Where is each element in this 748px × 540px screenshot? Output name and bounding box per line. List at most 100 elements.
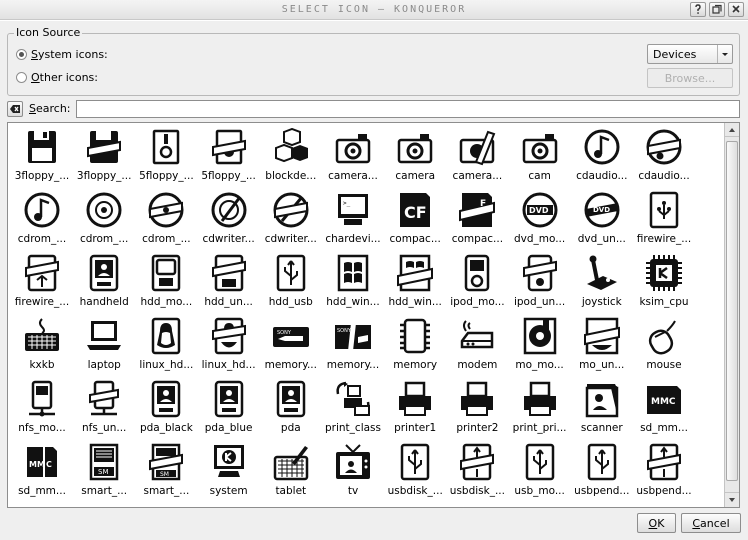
icon-item[interactable]: linux_hd... — [135, 312, 197, 375]
chevron-down-icon[interactable] — [717, 45, 732, 63]
icon-item[interactable]: usbdisk_... — [446, 438, 508, 501]
icon-item[interactable]: cdwriter... — [198, 186, 260, 249]
icon-item[interactable]: cdaudio... — [571, 123, 633, 186]
icon-item[interactable]: ksim_cpu — [633, 249, 695, 312]
icon-item[interactable]: blockde... — [260, 123, 322, 186]
icon-item[interactable]: print_class — [322, 375, 384, 438]
icon-item[interactable]: tablet — [260, 438, 322, 501]
icon-item[interactable]: ipod_un... — [509, 249, 571, 312]
icon-item[interactable]: handheld — [73, 249, 135, 312]
browse-button[interactable]: Browse... — [647, 68, 733, 88]
scrollbar-thumb[interactable] — [726, 141, 738, 481]
icon-item[interactable]: hdd_win... — [384, 249, 446, 312]
icon-item[interactable]: scanner — [571, 375, 633, 438]
close-button[interactable] — [728, 2, 744, 17]
icon-item[interactable]: nfs_un... — [73, 375, 135, 438]
icon-item[interactable]: memory — [384, 312, 446, 375]
icon-item-label: usb_mo... — [514, 485, 565, 497]
icon-item[interactable]: ipod_mo... — [446, 249, 508, 312]
icon-item[interactable]: system — [198, 438, 260, 501]
icon-item-label: smart_... — [143, 485, 190, 497]
icon-item[interactable]: 5floppy_... — [198, 123, 260, 186]
icon-item[interactable]: mo_un... — [571, 312, 633, 375]
icon-item[interactable]: tv — [322, 438, 384, 501]
system-icons-radio-indicator[interactable] — [16, 48, 27, 60]
scroll-up-icon[interactable] — [725, 123, 739, 137]
icon-item[interactable]: firewire_... — [11, 249, 73, 312]
cf-icon: CF — [400, 193, 431, 227]
icon-item[interactable]: linux_hd... — [198, 312, 260, 375]
icon-item[interactable]: cam — [509, 123, 571, 186]
icon-item[interactable]: usb_mo... — [509, 438, 571, 501]
cancel-mnemonic: C — [692, 517, 701, 530]
icon-item-label: sd_mm... — [640, 422, 688, 434]
icon-item[interactable]: pda_black — [135, 375, 197, 438]
icon-item[interactable]: joystick — [571, 249, 633, 312]
icon-item[interactable]: hdd_un... — [198, 249, 260, 312]
icon-item-label: smart_... — [81, 485, 128, 497]
cancel-button[interactable]: Cancel — [681, 513, 741, 533]
icon-item[interactable]: laptop — [73, 312, 135, 375]
vertical-scrollbar[interactable] — [724, 123, 739, 507]
icon-item[interactable]: camera... — [446, 123, 508, 186]
icon-item[interactable]: usbdisk_... — [384, 438, 446, 501]
icon-item[interactable]: pda — [260, 375, 322, 438]
icon-item[interactable]: modem — [446, 312, 508, 375]
icon-item[interactable]: SONY memory... — [260, 312, 322, 375]
search-input[interactable] — [76, 100, 740, 118]
category-select[interactable]: Devices — [647, 44, 733, 64]
title-bar[interactable]: SELECT ICON – KONQUEROR — [0, 0, 748, 20]
icon-item[interactable]: CF compac... — [384, 186, 446, 249]
icon-item[interactable]: cdwriter... — [260, 186, 322, 249]
icon-item[interactable]: cdrom_... — [135, 186, 197, 249]
icon-item[interactable]: cdrom_... — [11, 186, 73, 249]
usb-stick-icon — [400, 443, 430, 481]
icon-item[interactable]: MMCsd_mm... — [633, 375, 695, 438]
icon-item[interactable]: cdaudio... — [633, 123, 695, 186]
restore-button[interactable] — [709, 2, 725, 17]
icon-item[interactable]: printer1 — [384, 375, 446, 438]
help-button[interactable] — [690, 2, 706, 17]
icon-item[interactable]: SM smart_... — [135, 438, 197, 501]
icon-item[interactable]: cdrom_... — [73, 186, 135, 249]
icon-item[interactable]: SONY memory... — [322, 312, 384, 375]
print-class-icon — [336, 381, 370, 416]
icon-item[interactable]: hdd_usb — [260, 249, 322, 312]
icon-item[interactable]: usbpend... — [571, 438, 633, 501]
icon-item[interactable]: SM smart_... — [73, 438, 135, 501]
icon-item-label: linux_hd... — [139, 359, 194, 371]
chip-icon — [400, 318, 431, 354]
icon-item[interactable]: pda_blue — [198, 375, 260, 438]
icon-item-label: 5floppy_... — [139, 170, 194, 182]
icon-item[interactable]: mo_mo... — [509, 312, 571, 375]
svg-text:DVD: DVD — [593, 206, 610, 214]
icon-item[interactable]: MMCsd_mm... — [11, 438, 73, 501]
icon-item[interactable]: print_pri... — [509, 375, 571, 438]
other-icons-radio[interactable]: Other icons: — [16, 69, 98, 85]
icon-item[interactable]: printer2 — [446, 375, 508, 438]
icon-item[interactable]: hdd_mo... — [135, 249, 197, 312]
icon-item[interactable]: >_ chardevi... — [322, 186, 384, 249]
icon-item[interactable]: Fcompac... — [446, 186, 508, 249]
icon-item[interactable]: kxkb — [11, 312, 73, 375]
ok-button[interactable]: OK — [637, 513, 676, 533]
ipod-icon — [465, 254, 490, 292]
scroll-down-icon[interactable] — [725, 492, 739, 506]
icon-item[interactable]: 3floppy_... — [73, 123, 135, 186]
icon-item[interactable]: camera... — [322, 123, 384, 186]
icon-item-label: compac... — [451, 233, 504, 245]
icon-item[interactable]: firewire_... — [633, 186, 695, 249]
icon-item[interactable]: camera — [384, 123, 446, 186]
icon-item[interactable]: usbpend... — [633, 438, 695, 501]
icon-item[interactable]: nfs_mo... — [11, 375, 73, 438]
smartmedia-mount-icon: SM — [149, 443, 184, 481]
icon-item[interactable]: DVD dvd_un... — [571, 186, 633, 249]
icon-item[interactable]: mouse — [633, 312, 695, 375]
system-icons-radio[interactable]: System icons: — [16, 46, 108, 62]
icon-item[interactable]: 3floppy_... — [11, 123, 73, 186]
other-icons-radio-indicator[interactable] — [16, 71, 27, 83]
icon-item[interactable]: 5floppy_... — [135, 123, 197, 186]
icon-item[interactable]: hdd_win... — [322, 249, 384, 312]
clear-search-icon[interactable] — [7, 101, 23, 117]
icon-item[interactable]: DVD dvd_mo... — [509, 186, 571, 249]
